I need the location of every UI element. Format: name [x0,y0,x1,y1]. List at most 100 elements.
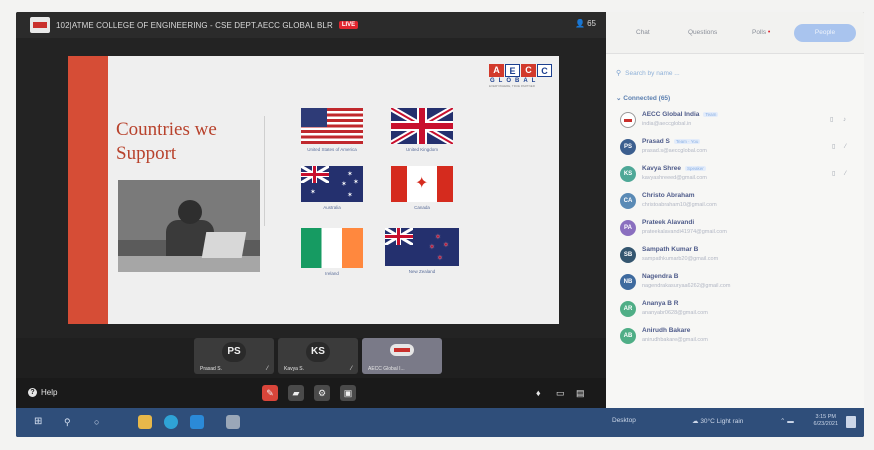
layout-icon[interactable]: ▤ [576,388,585,399]
person-email: ananyabr0628@gmail.com [642,310,708,316]
mic-toggle-button[interactable]: ✎ [262,385,278,401]
tab-people[interactable]: People [794,24,856,42]
meeting-title: 102|ATME COLLEGE OF ENGINEERING - CSE DE… [56,20,333,30]
avatar: PS [620,139,636,155]
screen-photo: 102|ATME COLLEGE OF ENGINEERING - CSE DE… [0,0,874,450]
person-email: prateekalavandi41974@gmail.com [642,229,727,235]
connected-label: Connected (65) [623,95,671,102]
person-email: prasad.s@aeccglobal.com [642,148,707,154]
weather-widget[interactable]: ☁ 30°C Light rain [692,417,743,425]
camera-toggle-button[interactable]: ▰ [288,385,304,401]
avatar: AR [620,301,636,317]
people-search-input[interactable]: ⚲ Search by name ... [616,66,856,80]
video-thumb-kavya[interactable]: KS Kavya S. ⁄ [278,338,358,374]
role-badge: Speaker [685,166,706,171]
country-canada: ✦ Canada [382,166,462,210]
person-name: AECC Global India Team [642,111,719,118]
tab-chat[interactable]: Chat [636,29,650,36]
list-item[interactable]: CA Christo Abraham christoabraham10@gmai… [606,189,864,216]
meeting-window: 102|ATME COLLEGE OF ENGINEERING - CSE DE… [16,12,864,437]
person-email: christoabraham10@gmail.com [642,202,717,208]
notification-icon[interactable] [846,416,856,428]
person-name: Anirudh Bakare [642,327,691,334]
connected-section-header[interactable]: ⌄ Connected (65) [616,94,670,102]
person-name: Christo Abraham [642,192,695,199]
video-thumb-prasad[interactable]: PS Prasad S. ⁄ [194,338,274,374]
people-icon: 👤 [575,19,586,28]
desktop-toolbar-label[interactable]: Desktop [612,417,636,424]
list-item[interactable]: AB Anirudh Bakare anirudhbakare@gmail.co… [606,324,864,351]
clock-time: 3:15 PM [815,414,836,420]
side-panel: Chat Questions Polls • People ⚲ Search b… [606,12,864,408]
list-item[interactable]: AECC Global India Team india@aeccglobal.i… [606,108,864,135]
logo-letter: C [521,64,536,77]
thumb-name: AECC Global I... [368,366,405,372]
windows-start-icon[interactable]: ⊞ [34,417,42,427]
logo-letter: A [489,64,504,77]
role-badge: Team · You [673,139,701,144]
shared-screen-stage: Countries we Support A E C C GLOBAL EVER… [16,38,606,338]
settings-button[interactable]: ⚙ [314,385,330,401]
country-caption: United States of America [307,147,357,152]
avatar-initials: KS [306,342,330,362]
logo-letter: C [537,64,552,77]
aecc-logo-icon [620,112,636,128]
person-email: sampathkumarb20@gmail.com [642,256,719,262]
thumb-name: Kavya S. [284,366,305,372]
windows-taskbar: ⊞ ⚲ ○ Desktop ☁ 30°C Light rain ⌃ ▬ 3:15… [16,408,864,437]
clock-date: 6/23/2021 [813,421,838,427]
weather-text: 30°C Light rain [700,418,744,425]
help-button[interactable]: ? Help [28,388,57,397]
slide-photo-woman-laptop [118,180,260,272]
list-item[interactable]: PS Prasad S Team · You prasad.s@aeccgloba… [606,135,864,162]
screen-share-icon[interactable]: ▭ [556,388,565,399]
system-tray-icons[interactable]: ⌃ ▬ [780,417,794,425]
video-thumb-aecc-global[interactable]: AECC Global I... [362,338,442,374]
country-caption: Ireland [325,271,339,276]
gear-icon: ⚙ [317,388,327,398]
person-name: Nagendra B [642,273,679,280]
avatar: AB [620,328,636,344]
list-item[interactable]: PA Prateek Alavandi prateekalavandi41974… [606,216,864,243]
camera-mic-icons: ▯ ⁄ [832,144,850,150]
list-item[interactable]: SB Sampath Kumar B sampathkumarb20@gmail… [606,243,864,270]
raise-hand-icon[interactable]: ♦ [536,388,541,398]
person-name: Sampath Kumar B [642,246,699,253]
camera-mic-icons: ▯ ⁄ [832,171,850,177]
search-icon[interactable]: ⚲ [64,417,71,427]
participant-count[interactable]: 👤 65 [575,19,596,28]
edge-browser-icon[interactable] [164,415,178,429]
store-icon[interactable] [190,415,204,429]
camera-mic-icons: ▯ ♪ [830,117,850,123]
cortana-icon[interactable]: ○ [94,417,99,427]
meeting-control-bar: ? Help ✎ ▰ ⚙ ▣ ♦ ▭ ▤ [16,378,606,408]
person-name: Kavya Shree Speaker [642,165,706,172]
tab-polls[interactable]: Polls • [752,29,770,36]
avatar: KS [620,166,636,182]
list-item[interactable]: AR Ananya B R ananyabr0628@gmail.com [606,297,864,324]
aecc-logo-icon [390,344,414,356]
help-icon: ? [28,388,37,397]
thumb-name: Prasad S. [200,366,222,372]
logo-tagline: EVERYWHERE, TRUE PARTNER [489,84,535,88]
person-name: Prasad S Team · You [642,138,701,145]
tab-questions[interactable]: Questions [688,29,717,36]
list-item[interactable]: KS Kavya Shree Speaker kavyashreeed@gmail… [606,162,864,189]
list-item[interactable]: NB Nagendra B nagendrakasuryaa6262@gmail… [606,270,864,297]
mic-muted-icon: ⁄ [266,366,268,372]
role-badge: Team [703,112,719,117]
slide-red-bar [68,56,108,324]
country-uk: United Kingdom [382,108,462,152]
meeting-app-icon[interactable] [226,415,240,429]
country-australia: ✶ ✶ ✶ ✶ ✶ Australia [292,166,372,210]
avatar: PA [620,220,636,236]
country-caption: New Zealand [408,269,436,274]
video-thumbnail-strip: PS Prasad S. ⁄ KS Kavya S. ⁄ AECC Global… [16,338,606,378]
panel-tabs: Chat Questions Polls • People [606,12,864,54]
file-explorer-icon[interactable] [138,415,152,429]
uk-flag-icon [391,108,453,144]
country-caption: United Kingdom [405,147,439,152]
taskbar-clock[interactable]: 3:15 PM 6/23/2021 [814,414,838,428]
person-email: nagendrakasuryaa6262@gmail.com [642,283,731,289]
leave-button[interactable]: ▣ [340,385,356,401]
